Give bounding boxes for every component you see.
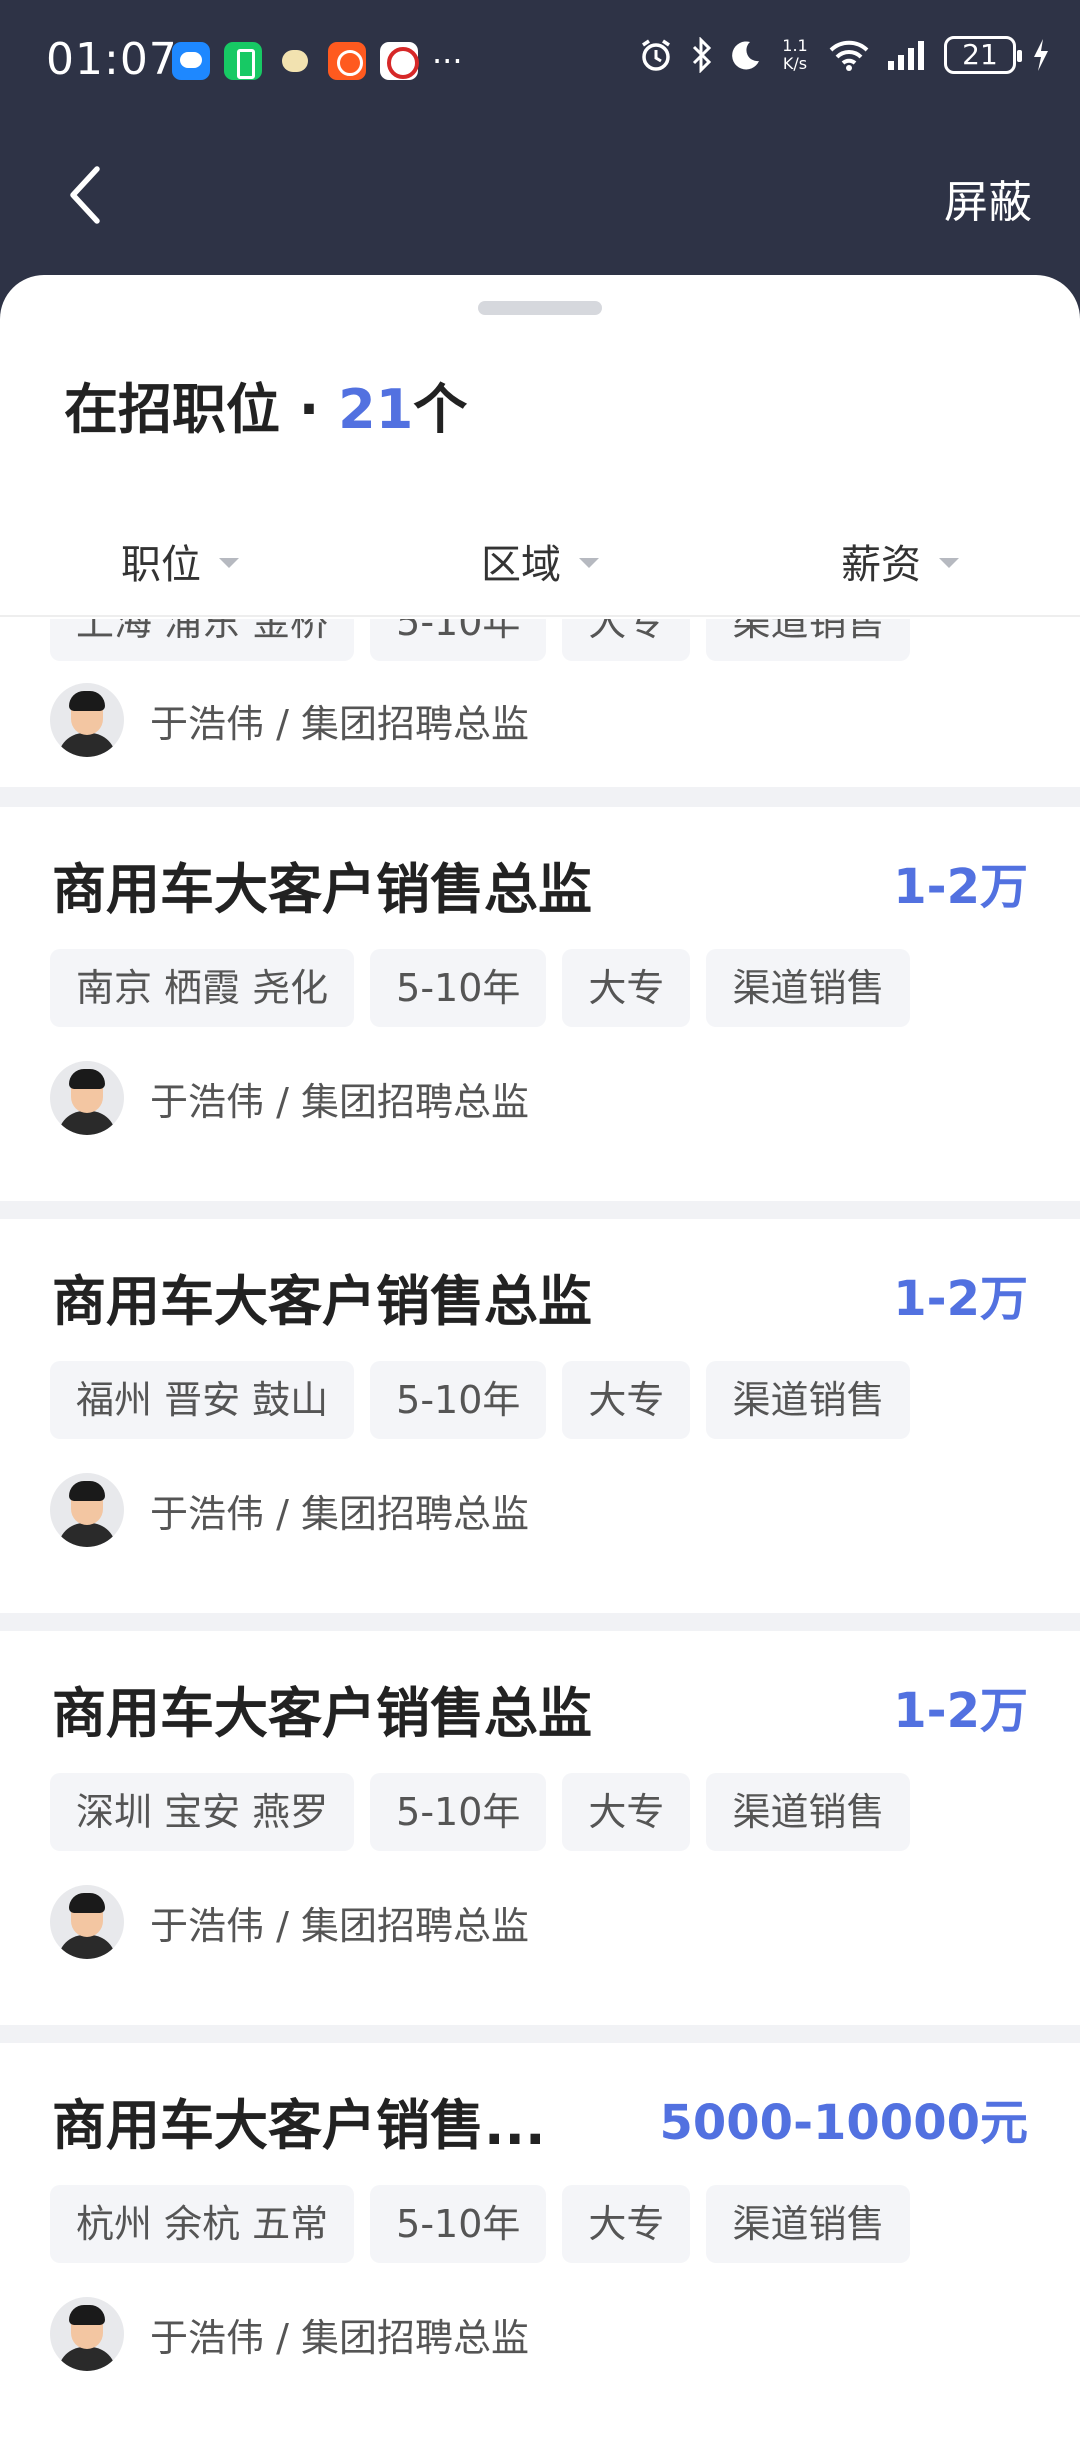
- message-app-icon: [172, 42, 210, 80]
- experience-tag: 5-10年: [370, 619, 547, 661]
- job-list[interactable]: 上海 浦东 金桥 5-10年 大专 渠道销售 于浩伟 / 集团招聘总监 商用车大…: [0, 619, 1080, 2440]
- recruiter-info: 于浩伟 / 集团招聘总监: [50, 1885, 529, 1959]
- battery-indicator: 21: [944, 36, 1022, 74]
- location-tag: 杭州 余杭 五常: [50, 2185, 355, 2263]
- top-header: 01:07 ··· 1.1 K/s 21 屏蔽: [0, 0, 1080, 300]
- education-tag: 大专: [562, 1773, 691, 1851]
- video-app-icon: [328, 42, 366, 80]
- job-salary: 1-2万: [893, 1683, 1028, 1739]
- location-tag: 上海 浦东 金桥: [50, 619, 355, 661]
- job-card[interactable]: 商用车大客户销售总监 1-2万 福州 晋安 鼓山 5-10年 大专 渠道销售 于…: [0, 1219, 1080, 1613]
- recruiter-text: 于浩伟 / 集团招聘总监: [150, 1079, 529, 1124]
- location-tag: 深圳 宝安 燕罗: [50, 1773, 355, 1851]
- recruiter-info: 于浩伟 / 集团招聘总监: [50, 2297, 529, 2371]
- recruiter-text: 于浩伟 / 集团招聘总监: [150, 2315, 529, 2360]
- recruiter-text: 于浩伟 / 集团招聘总监: [150, 701, 529, 746]
- filter-area[interactable]: 区域: [360, 507, 720, 615]
- back-arrow-icon: [70, 166, 100, 224]
- job-card[interactable]: 商用车大客户销售... 5000-10000元 杭州 余杭 五常 5-10年 大…: [0, 2043, 1080, 2440]
- status-bar: 01:07 ··· 1.1 K/s 21: [0, 0, 1080, 120]
- category-tag: 渠道销售: [706, 949, 911, 1027]
- drag-handle[interactable]: [478, 301, 602, 315]
- title-suffix: 个: [413, 378, 468, 441]
- category-tag: 渠道销售: [706, 1361, 911, 1439]
- job-title: 商用车大客户销售总监: [52, 1682, 592, 1745]
- job-card[interactable]: 商用车大客户销售总监 1-2万 南京 栖霞 尧化 5-10年 大专 渠道销售 于…: [0, 807, 1080, 1201]
- bluetooth-icon: [692, 37, 712, 73]
- education-tag: 大专: [562, 2185, 691, 2263]
- experience-tag: 5-10年: [370, 949, 547, 1027]
- charging-icon: [1034, 39, 1048, 71]
- avatar: [50, 1885, 124, 1959]
- job-tags: 福州 晋安 鼓山 5-10年 大专 渠道销售: [50, 1361, 911, 1439]
- status-time: 01:07: [46, 34, 178, 85]
- experience-tag: 5-10年: [370, 1773, 547, 1851]
- job-title: 商用车大客户销售...: [52, 2094, 546, 2157]
- caret-down-icon: [219, 558, 239, 568]
- experience-tag: 5-10年: [370, 2185, 547, 2263]
- job-count: 21: [338, 378, 414, 441]
- recruiter-text: 于浩伟 / 集团招聘总监: [150, 1491, 529, 1536]
- filter-salary[interactable]: 薪资: [720, 507, 1080, 615]
- education-tag: 大专: [562, 1361, 691, 1439]
- experience-tag: 5-10年: [370, 1361, 547, 1439]
- job-salary: 5000-10000元: [659, 2095, 1028, 2151]
- block-button[interactable]: 屏蔽: [944, 166, 1032, 230]
- network-speed: 1.1 K/s: [782, 36, 808, 73]
- wifi-icon: [829, 40, 869, 71]
- recruiter-info: 于浩伟 / 集团招聘总监: [50, 1473, 529, 1547]
- category-tag: 渠道销售: [706, 2185, 911, 2263]
- green-app-icon: [224, 42, 262, 80]
- recruiter-info: 于浩伟 / 集团招聘总监: [50, 683, 529, 757]
- job-card[interactable]: 上海 浦东 金桥 5-10年 大专 渠道销售 于浩伟 / 集团招聘总监: [0, 619, 1080, 787]
- filter-label: 区域: [481, 542, 561, 588]
- job-salary: 1-2万: [893, 1271, 1028, 1327]
- filter-label: 职位: [121, 542, 201, 588]
- avatar: [50, 1473, 124, 1547]
- back-button[interactable]: [58, 160, 112, 230]
- caret-down-icon: [579, 558, 599, 568]
- education-tag: 大专: [562, 619, 691, 661]
- caret-down-icon: [939, 558, 959, 568]
- filter-label: 薪资: [841, 542, 921, 588]
- category-tag: 渠道销售: [706, 1773, 911, 1851]
- avatar: [50, 1061, 124, 1135]
- job-salary: 1-2万: [893, 859, 1028, 915]
- bank-app-icon: [380, 42, 419, 80]
- job-title: 商用车大客户销售总监: [52, 858, 592, 921]
- job-sheet: 在招职位 · 21个 职位 区域 薪资 上海 浦东 金桥 5-10年 大专 渠道…: [0, 275, 1080, 2440]
- recruiter-info: 于浩伟 / 集团招聘总监: [50, 1061, 529, 1135]
- location-tag: 福州 晋安 鼓山: [50, 1361, 355, 1439]
- system-icons: 1.1 K/s 21: [638, 36, 1050, 74]
- signal-icon: [888, 41, 924, 70]
- job-title: 商用车大客户销售总监: [52, 1270, 592, 1333]
- avatar: [50, 683, 124, 757]
- more-notifications-icon: ···: [432, 42, 463, 80]
- moon-icon: [732, 41, 759, 70]
- job-tags: 上海 浦东 金桥 5-10年 大专 渠道销售: [50, 619, 911, 661]
- alarm-icon: [642, 39, 670, 71]
- filter-bar: 职位 区域 薪资: [0, 507, 1080, 617]
- recruiter-text: 于浩伟 / 集团招聘总监: [150, 1903, 529, 1948]
- job-tags: 杭州 余杭 五常 5-10年 大专 渠道销售: [50, 2185, 911, 2263]
- category-tag: 渠道销售: [706, 619, 911, 661]
- job-tags: 深圳 宝安 燕罗 5-10年 大专 渠道销售: [50, 1773, 911, 1851]
- job-card[interactable]: 商用车大客户销售总监 1-2万 深圳 宝安 燕罗 5-10年 大专 渠道销售 于…: [0, 1631, 1080, 2025]
- notification-icons: ···: [172, 42, 463, 80]
- page-title: 在招职位 · 21个: [64, 365, 467, 444]
- filter-position[interactable]: 职位: [0, 507, 360, 615]
- location-tag: 南京 栖霞 尧化: [50, 949, 355, 1027]
- job-tags: 南京 栖霞 尧化 5-10年 大专 渠道销售: [50, 949, 911, 1027]
- education-tag: 大专: [562, 949, 691, 1027]
- title-prefix: 在招职位 ·: [64, 378, 339, 441]
- mask-app-icon: [276, 42, 314, 80]
- avatar: [50, 2297, 124, 2371]
